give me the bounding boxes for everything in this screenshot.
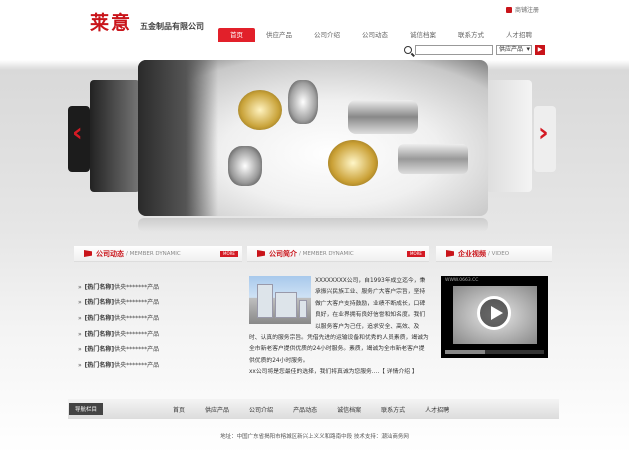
footer-link-about[interactable]: 公司介绍 [239, 405, 283, 414]
nav-jobs[interactable]: 人才招聘 [495, 28, 543, 42]
video-header: 企业视频 / VIDEO [436, 246, 552, 262]
video-player[interactable]: WWW.0663.CC [441, 276, 548, 358]
flag-icon [257, 250, 265, 257]
coupler-part [348, 100, 418, 134]
about-closing-link[interactable]: xx公司将是您最佳的选择，我们将真诚为您服务....【 详情介绍 】 [249, 367, 429, 378]
nav-about[interactable]: 公司介绍 [303, 28, 351, 42]
search-icon [404, 46, 412, 54]
nav-home[interactable]: 首页 [218, 28, 255, 42]
brass-fitting [238, 90, 282, 130]
favorite-label: 商铺注册 [515, 7, 540, 14]
arrow-icon: » [78, 283, 82, 291]
news-item[interactable]: » [热门名称] 供央*******产品 [78, 327, 228, 343]
arrow-icon: » [78, 361, 82, 369]
search-button[interactable]: ▶ [535, 45, 545, 55]
nipple-part [398, 144, 468, 174]
about-header: 公司简介 / MEMBER DYNAMIC MORE [247, 246, 429, 262]
banner-side-right [486, 80, 532, 192]
search-category-select[interactable]: 供应产品 [496, 45, 532, 55]
nav-contact[interactable]: 联系方式 [447, 28, 495, 42]
arrow-icon: » [78, 330, 82, 338]
footer-link-contact[interactable]: 联系方式 [371, 405, 415, 414]
hex-nut [228, 146, 262, 186]
news-item[interactable]: » [热门名称] 供央*******产品 [78, 358, 228, 374]
steel-fitting [288, 80, 318, 124]
favorite-link[interactable]: 商铺注册 [506, 5, 539, 14]
about-more-button[interactable]: MORE [407, 251, 425, 257]
news-more-button[interactable]: MORE [220, 251, 238, 257]
news-item[interactable]: » [热门名称] 供央*******产品 [78, 296, 228, 312]
nav-news[interactable]: 公司动态 [351, 28, 399, 42]
video-subtitle: / VIDEO [488, 250, 510, 257]
nav-products[interactable]: 供应产品 [255, 28, 303, 42]
video-progress-bar[interactable] [445, 350, 544, 354]
search-bar: 供应产品 ▶ [404, 45, 545, 55]
footer-nav: 导航栏目 首页 供应产品 公司介绍 产品动态 诚信档案 联系方式 人才招聘 [68, 399, 559, 419]
video-site-label: WWW.0663.CC [445, 278, 479, 283]
arrow-icon: » [78, 314, 82, 322]
news-item[interactable]: » [热门名称] 供央*******产品 [78, 280, 228, 296]
main-nav: 首页 供应产品 公司介绍 公司动态 诚信档案 联系方式 人才招聘 [218, 28, 543, 42]
banner-main-image[interactable] [138, 60, 488, 216]
footer-link-products[interactable]: 供应产品 [195, 405, 239, 414]
news-subtitle: / MEMBER DYNAMIC [126, 250, 181, 257]
banner-side-left-2 [90, 80, 140, 192]
nav-credit[interactable]: 诚信档案 [399, 28, 447, 42]
banner-slider: ‹ › [68, 58, 559, 232]
footer-link-home[interactable]: 首页 [163, 405, 195, 414]
flag-icon [446, 250, 454, 257]
video-title: 企业视频 [458, 249, 486, 258]
arrow-icon: » [78, 346, 82, 354]
company-name: 五金制品有限公司 [140, 22, 204, 31]
brass-elbow [328, 140, 378, 186]
banner-reflection [138, 218, 488, 232]
footer-link-jobs[interactable]: 人才招聘 [415, 405, 459, 414]
search-input[interactable] [415, 45, 493, 55]
company-logo[interactable]: 莱意 [90, 8, 132, 35]
footer-nav-label: 导航栏目 [69, 403, 104, 415]
news-list: » [热门名称] 供央*******产品 » [热门名称] 供央*******产品 »[… [78, 280, 228, 374]
company-building-image [249, 276, 311, 324]
flag-icon [84, 250, 92, 257]
about-title: 公司简介 [269, 249, 297, 258]
footer-link-credit[interactable]: 诚信档案 [327, 405, 371, 414]
about-section: XXXXXXXX公司，自1993年成立迄今，秉承振兴民族工业、服务广大客户宗旨，… [249, 276, 429, 379]
footer-link-news[interactable]: 产品动态 [283, 405, 327, 414]
banner-next-arrow[interactable]: › [538, 118, 554, 148]
banner-prev-arrow[interactable]: ‹ [72, 118, 88, 148]
play-icon[interactable] [477, 296, 511, 330]
news-title: 公司动态 [96, 249, 124, 258]
news-item[interactable]: » [热门名称] 供央*******产品 [78, 342, 228, 358]
footer-copyright: 地址：中国广东省揭阳市榕城区新兴上义义和路南中段 技术支持：潮汕商务网 [220, 434, 409, 440]
arrow-icon: » [78, 299, 82, 307]
favorite-icon [506, 6, 512, 13]
news-header: 公司动态 / MEMBER DYNAMIC MORE [74, 246, 242, 262]
about-subtitle: / MEMBER DYNAMIC [299, 250, 354, 257]
news-item[interactable]: » [热门名称] 供央*******产品 [78, 311, 228, 327]
